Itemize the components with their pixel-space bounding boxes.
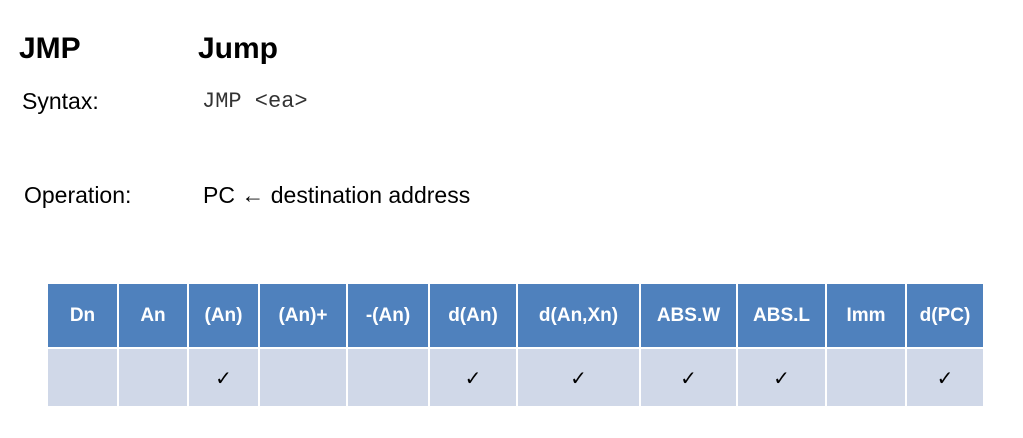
syntax-label: Syntax: (22, 88, 99, 114)
header-cell-abs-word: ABS.W (639, 282, 738, 349)
instruction-name: Jump (198, 32, 279, 65)
syntax-value: JMP <ea> (202, 89, 308, 114)
operation-value: PC ← destination address (203, 182, 471, 208)
table-cell-an-displacement: ✓ (428, 347, 518, 408)
table-cell-abs-long: ✓ (736, 347, 827, 408)
header-cell-abs-long: ABS.L (736, 282, 827, 349)
table-cell-immediate (825, 347, 907, 408)
table-cell-an-predecrement (346, 347, 430, 408)
table-cell-an-indirect: ✓ (187, 347, 260, 408)
table-cell-an-postincrement (258, 347, 348, 408)
table-header-row: Dn An (An) (An)+ -(An) d(An) d(An,Xn) AB… (46, 282, 985, 349)
addressing-modes-table: Dn An (An) (An)+ -(An) d(An) d(An,Xn) AB… (46, 282, 985, 408)
header-cell-an: An (117, 282, 189, 349)
header-cell-an-predecrement: -(An) (346, 282, 430, 349)
header-cell-dn: Dn (46, 282, 119, 349)
table-cell-pc-displacement: ✓ (905, 347, 985, 408)
table-cell-an (117, 347, 189, 408)
header-cell-immediate: Imm (825, 282, 907, 349)
table-cell-abs-word: ✓ (639, 347, 738, 408)
header-cell-an-indirect: (An) (187, 282, 260, 349)
table-cell-an-index: ✓ (516, 347, 641, 408)
table-row: ✓ ✓ ✓ ✓ ✓ ✓ (46, 347, 985, 408)
table-cell-dn (46, 347, 119, 408)
header-cell-an-index: d(An,Xn) (516, 282, 641, 349)
header-cell-an-displacement: d(An) (428, 282, 518, 349)
operation-label: Operation: (24, 182, 132, 208)
header-cell-pc-displacement: d(PC) (905, 282, 985, 349)
header-cell-an-postincrement: (An)+ (258, 282, 348, 349)
instruction-mnemonic: JMP (19, 32, 81, 65)
